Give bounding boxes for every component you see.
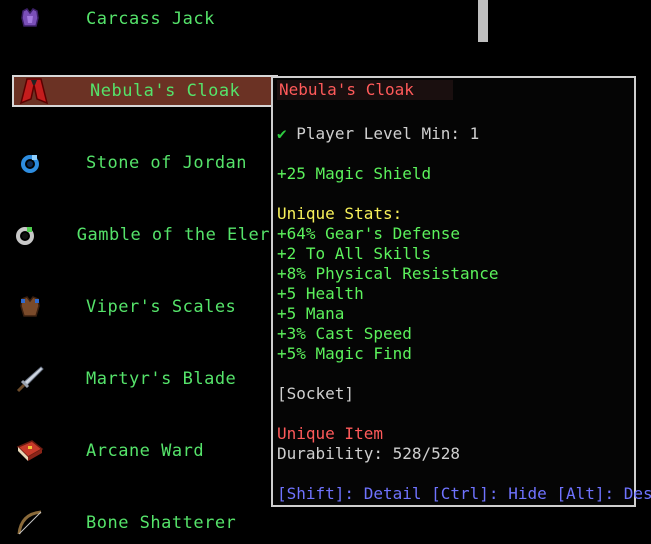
- item-name: Stone of Jordan: [86, 153, 248, 173]
- stat-line: +5% Magic Find: [277, 344, 412, 363]
- red-book-icon: [10, 435, 50, 467]
- purple-armor-icon: [10, 3, 50, 35]
- red-cloak-icon: [14, 75, 54, 107]
- stat-line: +5 Health: [277, 284, 364, 303]
- item-name: Nebula's Cloak: [90, 81, 241, 101]
- list-item[interactable]: Bone Shatterer: [10, 507, 270, 539]
- item-name: Carcass Jack: [86, 9, 215, 29]
- item-name: Viper's Scales: [86, 297, 237, 317]
- blue-ring-icon: [10, 147, 50, 179]
- item-name: Bone Shatterer: [86, 513, 237, 533]
- sword-icon: [10, 363, 50, 395]
- checkmark-icon: ✔: [277, 124, 287, 143]
- list-item[interactable]: Carcass Jack: [10, 3, 270, 35]
- list-item[interactable]: Gamble of the Eler: [10, 219, 270, 251]
- bow-icon: [10, 507, 50, 539]
- item-name: Arcane Ward: [86, 441, 205, 461]
- unique-stats-header: Unique Stats:: [277, 204, 403, 223]
- stat-line: +5 Mana: [277, 304, 345, 323]
- item-tooltip: Nebula's Cloak ✔ Player Level Min: 1 +25…: [271, 76, 651, 507]
- list-item[interactable]: Martyr's Blade: [10, 363, 270, 395]
- magic-shield-stat: +25 Magic Shield: [277, 164, 432, 183]
- rarity-label: Unique Item: [277, 424, 383, 443]
- item-name: Gamble of the Eler: [76, 225, 270, 245]
- stat-line: +64% Gear's Defense: [277, 224, 461, 243]
- durability-line: Durability: 528/528: [277, 444, 461, 463]
- stat-line: +2 To All Skills: [277, 244, 432, 263]
- brown-armor-icon: [10, 291, 50, 323]
- list-item[interactable]: Viper's Scales: [10, 291, 270, 323]
- socket-line: [Socket]: [277, 384, 355, 403]
- list-item-selected[interactable]: Nebula's Cloak: [12, 75, 278, 107]
- scrollbar-thumb[interactable]: [478, 0, 488, 42]
- list-item[interactable]: Arcane Ward: [10, 435, 270, 467]
- stat-line: +8% Physical Resistance: [277, 264, 499, 283]
- list-item[interactable]: Stone of Jordan: [10, 147, 270, 179]
- tooltip-title: Nebula's Cloak: [277, 80, 453, 100]
- item-name: Martyr's Blade: [86, 369, 237, 389]
- stat-line: +3% Cast Speed: [277, 324, 412, 343]
- silver-ring-icon: [10, 219, 41, 251]
- level-requirement: ✔ Player Level Min: 1: [277, 124, 480, 143]
- keybind-hints: [Shift]: Detail [Ctrl]: Hide [Alt]: Desc: [277, 484, 651, 503]
